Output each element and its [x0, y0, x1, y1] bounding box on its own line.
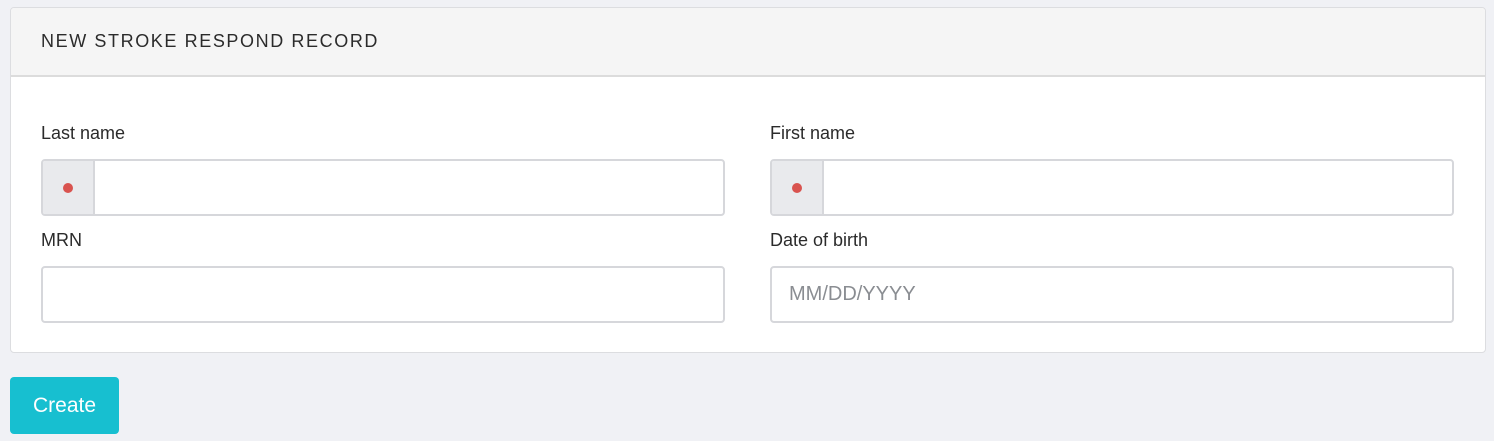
- new-record-panel: NEW STROKE RESPOND RECORD Last name Firs…: [10, 7, 1486, 353]
- dob-label: Date of birth: [770, 230, 869, 250]
- required-dot-icon: [792, 182, 802, 193]
- required-addon: [43, 161, 95, 214]
- first-name-field: First name: [770, 121, 1454, 216]
- required-dot-icon: [63, 182, 73, 193]
- panel-title: NEW STROKE RESPOND RECORD: [41, 31, 380, 51]
- first-name-input-group: [770, 159, 1454, 216]
- first-name-input[interactable]: [824, 161, 1452, 214]
- mrn-input[interactable]: [43, 268, 723, 321]
- last-name-field: Last name: [41, 121, 725, 216]
- create-button[interactable]: Create: [10, 377, 119, 434]
- required-addon: [772, 161, 824, 214]
- dob-input[interactable]: [772, 268, 1452, 321]
- last-name-input[interactable]: [95, 161, 723, 214]
- mrn-label: MRN: [41, 230, 82, 250]
- panel-header: NEW STROKE RESPOND RECORD: [11, 8, 1485, 77]
- dob-input-group: [770, 266, 1454, 323]
- dob-field: Date of birth: [770, 228, 1454, 323]
- last-name-input-group: [41, 159, 725, 216]
- last-name-label: Last name: [41, 123, 126, 143]
- mrn-field: MRN: [41, 228, 725, 323]
- first-name-label: First name: [770, 123, 856, 143]
- mrn-input-group: [41, 266, 725, 323]
